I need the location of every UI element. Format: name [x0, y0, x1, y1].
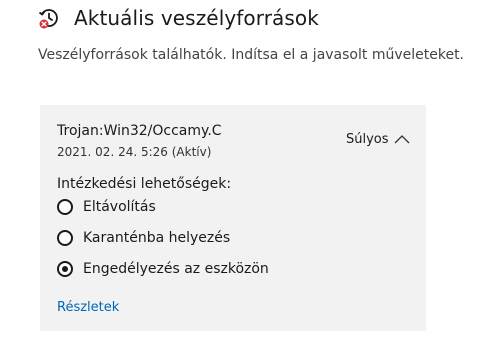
radio-button[interactable]: [57, 199, 73, 215]
option-remove[interactable]: Eltávolítás: [57, 199, 156, 215]
option-label: Engedélyezés az eszközön: [83, 261, 269, 277]
severity-label: Súlyos: [346, 132, 389, 147]
radio-button-selected[interactable]: [57, 261, 73, 277]
threat-name: Trojan:Win32/Occamy.C: [57, 123, 222, 139]
page-subtitle: Veszélyforrások találhatók. Indítsa el a…: [38, 47, 465, 63]
option-quarantine[interactable]: Karanténba helyezés: [57, 230, 230, 246]
option-label: Karanténba helyezés: [83, 230, 231, 246]
chevron-up-icon: [392, 132, 412, 151]
threat-date: 2021. 02. 24. 5:26 (Aktív): [57, 145, 212, 159]
page: Aktuális veszélyforrások Veszélyforrások…: [0, 0, 480, 360]
option-label: Eltávolítás: [83, 199, 156, 215]
threat-card: Trojan:Win32/Occamy.C 2021. 02. 24. 5:26…: [40, 105, 426, 331]
header: Aktuális veszélyforrások: [38, 6, 319, 30]
shield-history-icon: [38, 7, 60, 29]
radio-button[interactable]: [57, 230, 73, 246]
details-link[interactable]: Részletek: [57, 300, 119, 315]
collapse-button[interactable]: [392, 131, 412, 147]
actions-label: Intézkedési lehetőségek:: [57, 176, 232, 192]
page-title: Aktuális veszélyforrások: [74, 6, 319, 30]
option-allow-on-device[interactable]: Engedélyezés az eszközön: [57, 261, 269, 277]
